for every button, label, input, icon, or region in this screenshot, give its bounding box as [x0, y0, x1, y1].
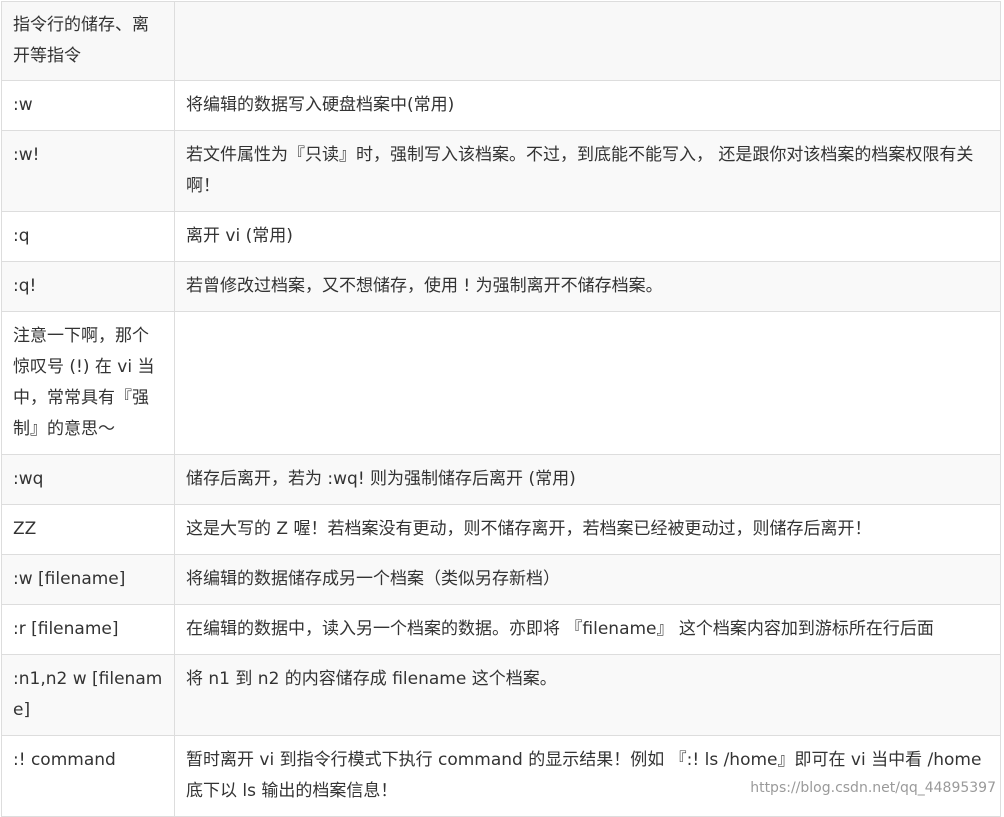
description-cell: 储存后离开，若为 :wq! 则为强制储存后离开 (常用) — [174, 454, 1001, 505]
table-row: :q! 若曾修改过档案，又不想储存，使用 ! 为强制离开不储存档案。 — [1, 261, 1001, 312]
table-row: :q 离开 vi (常用) — [1, 211, 1001, 262]
description-cell: 若文件属性为『只读』时，强制写入该档案。不过，到底能不能写入， 还是跟你对该档案… — [174, 130, 1001, 212]
command-cell: :w! — [1, 130, 175, 212]
command-cell: :w [filename] — [1, 554, 175, 605]
description-cell: 将 n1 到 n2 的内容储存成 filename 这个档案。 — [174, 654, 1001, 736]
command-cell: :q! — [1, 261, 175, 312]
description-cell: 暂时离开 vi 到指令行模式下执行 command 的显示结果！例如 『:! l… — [174, 735, 1001, 817]
description-cell: 将编辑的数据储存成另一个档案（类似另存新档） — [174, 554, 1001, 605]
description-cell: 若曾修改过档案，又不想储存，使用 ! 为强制离开不储存档案。 — [174, 261, 1001, 312]
command-cell: :wq — [1, 454, 175, 505]
command-cell: :r [filename] — [1, 604, 175, 655]
description-cell: 离开 vi (常用) — [174, 211, 1001, 262]
table-row: :w [filename] 将编辑的数据储存成另一个档案（类似另存新档） — [1, 554, 1001, 605]
table-row: :! command 暂时离开 vi 到指令行模式下执行 command 的显示… — [1, 735, 1001, 817]
table-row: :w! 若文件属性为『只读』时，强制写入该档案。不过，到底能不能写入， 还是跟你… — [1, 130, 1001, 212]
description-cell — [174, 311, 1001, 455]
table-row: :w 将编辑的数据写入硬盘档案中(常用) — [1, 80, 1001, 131]
command-cell: :q — [1, 211, 175, 262]
command-cell: ZZ — [1, 504, 175, 555]
description-cell: 在编辑的数据中，读入另一个档案的数据。亦即将 『filename』 这个档案内容… — [174, 604, 1001, 655]
table-row: :r [filename] 在编辑的数据中，读入另一个档案的数据。亦即将 『fi… — [1, 604, 1001, 655]
table-row: :wq 储存后离开，若为 :wq! 则为强制储存后离开 (常用) — [1, 454, 1001, 505]
header-cell-title: 指令行的储存、离开等指令 — [1, 1, 175, 81]
note-cell: 注意一下啊，那个惊叹号 (!) 在 vi 当中，常常具有『强制』的意思～ — [1, 311, 175, 455]
table-header-row: 指令行的储存、离开等指令 — [1, 1, 1001, 81]
table-row: :n1,n2 w [filename] 将 n1 到 n2 的内容储存成 fil… — [1, 654, 1001, 736]
table-row: ZZ 这是大写的 Z 喔！若档案没有更动，则不储存离开，若档案已经被更动过，则储… — [1, 504, 1001, 555]
command-cell: :n1,n2 w [filename] — [1, 654, 175, 736]
command-cell: :w — [1, 80, 175, 131]
vi-save-quit-commands-table: 指令行的储存、离开等指令 :w 将编辑的数据写入硬盘档案中(常用) :w! 若文… — [1, 1, 1001, 817]
description-cell: 这是大写的 Z 喔！若档案没有更动，则不储存离开，若档案已经被更动过，则储存后离… — [174, 504, 1001, 555]
description-cell: 将编辑的数据写入硬盘档案中(常用) — [174, 80, 1001, 131]
header-cell-empty — [174, 1, 1001, 81]
table-row: 注意一下啊，那个惊叹号 (!) 在 vi 当中，常常具有『强制』的意思～ — [1, 311, 1001, 455]
command-cell: :! command — [1, 735, 175, 817]
